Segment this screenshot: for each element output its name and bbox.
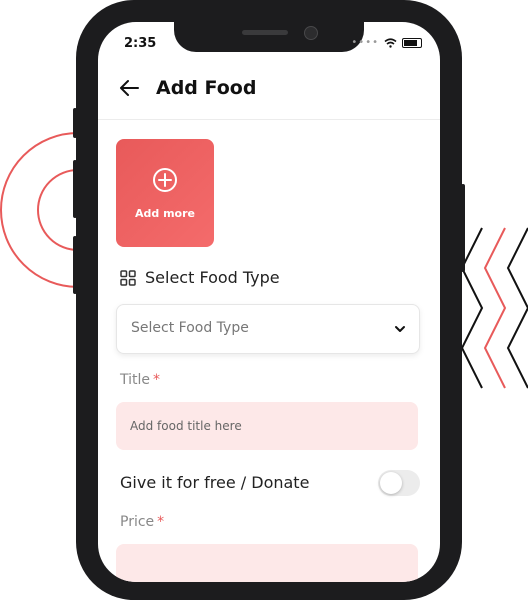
chevron-down-icon — [395, 326, 405, 332]
phone-notch — [174, 22, 364, 52]
add-more-button[interactable]: Add more — [116, 139, 214, 247]
phone-side-button — [73, 108, 77, 138]
phone-power-button — [461, 184, 465, 272]
status-time: 2:35 — [124, 36, 157, 51]
donate-toggle[interactable] — [378, 470, 420, 496]
title-label-text: Title — [120, 372, 151, 388]
battery-icon — [402, 37, 422, 48]
price-label-text: Price — [120, 514, 155, 530]
title-required-mark: * — [153, 372, 161, 388]
plus-circle-icon — [153, 168, 177, 192]
phone-volume-down — [73, 236, 77, 294]
food-type-section: Select Food Type — [120, 268, 280, 287]
app-header: Add Food — [118, 77, 256, 99]
food-type-label: Select Food Type — [145, 268, 280, 287]
grid-icon — [120, 269, 136, 286]
speaker-grille — [242, 30, 288, 35]
price-required-mark: * — [157, 514, 165, 530]
title-placeholder: Add food title here — [130, 419, 242, 433]
toggle-knob — [380, 472, 402, 494]
title-input[interactable]: Add food title here — [116, 402, 418, 450]
wifi-icon — [384, 37, 397, 48]
page-title: Add Food — [156, 77, 257, 99]
front-camera — [304, 26, 318, 40]
price-input[interactable] — [116, 544, 418, 582]
title-label: Title * — [120, 372, 160, 388]
status-icons: •••• — [351, 37, 422, 48]
food-type-select[interactable]: Select Food Type — [116, 304, 420, 354]
donate-label: Give it for free / Donate — [120, 473, 310, 492]
header-divider — [98, 119, 440, 120]
donate-row: Give it for free / Donate — [120, 470, 420, 498]
app-screen: 2:35 •••• Add Food Add more Select Food … — [98, 22, 440, 582]
signal-icon: •••• — [351, 37, 379, 48]
price-label: Price * — [120, 514, 164, 530]
phone-volume-up — [73, 160, 77, 218]
add-more-label: Add more — [135, 207, 195, 220]
arrow-left-icon[interactable] — [118, 77, 140, 99]
food-type-select-value: Select Food Type — [131, 320, 249, 336]
